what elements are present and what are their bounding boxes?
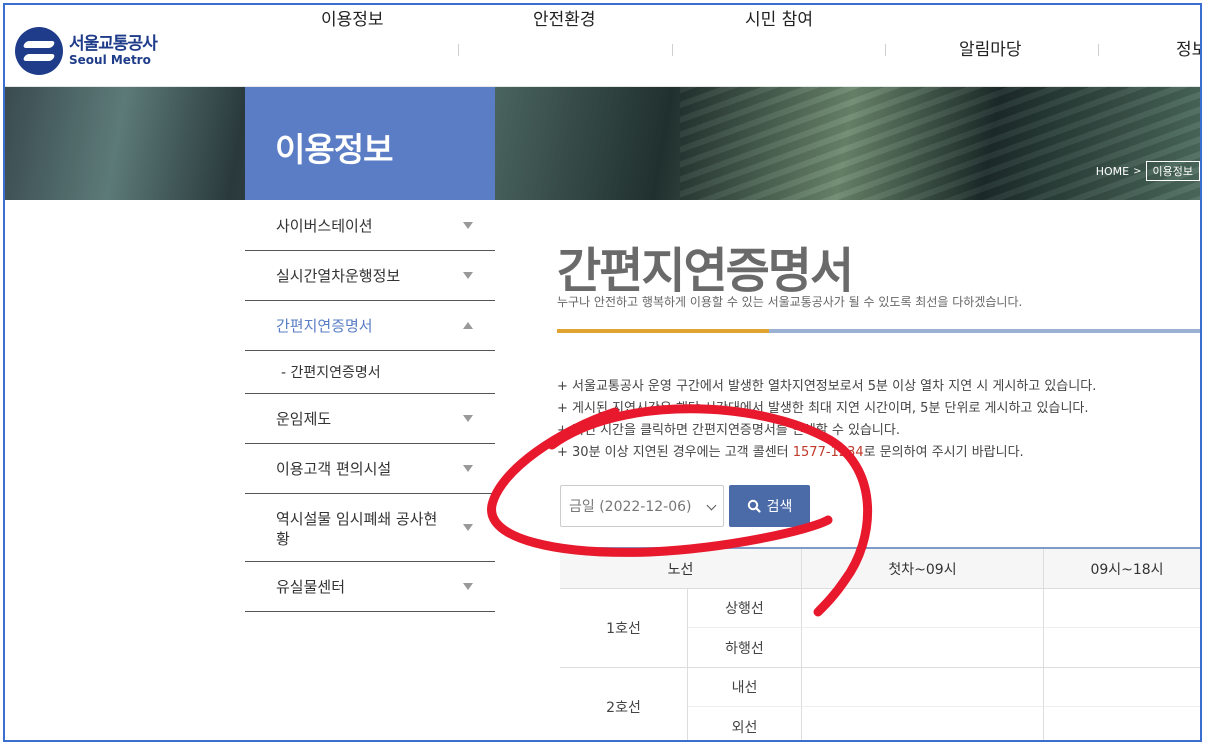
breadcrumb-separator-icon: > bbox=[1133, 165, 1142, 177]
table-row: 상행선 bbox=[688, 589, 1200, 628]
delay-cell[interactable] bbox=[802, 707, 1044, 740]
page-title: 간편지연증명서 bbox=[557, 243, 854, 299]
logo-korean-name: 서울교통공사 bbox=[69, 33, 158, 54]
sidebar-item-label: 사이버스테이션 bbox=[276, 217, 373, 235]
top-header: 서울교통공사 Seoul Metro 이용정보 안전환경 시민 참여 알림마당 … bbox=[5, 5, 1200, 87]
chevron-down-icon bbox=[706, 500, 717, 511]
table-row: 내선 bbox=[688, 668, 1200, 707]
date-select-value: 금일 (2022-12-06) bbox=[569, 499, 692, 515]
breadcrumb-current[interactable]: 이용정보 bbox=[1145, 161, 1200, 181]
sidebar-item-label: 유실물센터 bbox=[276, 578, 346, 596]
line-cell: 2호선 bbox=[560, 668, 688, 740]
page-subtitle: 누구나 안전하고 행복하게 이용할 수 있는 서울교통공사가 될 수 있도록 최… bbox=[557, 295, 1023, 309]
direction-cell: 내선 bbox=[688, 668, 802, 707]
delay-cell[interactable] bbox=[1044, 668, 1200, 707]
sidebar-item-label: 운임제도 bbox=[276, 410, 332, 428]
seoul-metro-logo[interactable]: 서울교통공사 Seoul Metro bbox=[15, 27, 158, 75]
gnb-divider bbox=[1098, 44, 1099, 56]
direction-cell: 상행선 bbox=[688, 589, 802, 628]
logo-english-name: Seoul Metro bbox=[69, 52, 151, 67]
sidebar-item-realtime-train-info[interactable]: 실시간열차운행정보 bbox=[245, 251, 495, 301]
table-header-09-to-18: 09시~18시 bbox=[1090, 561, 1164, 578]
sidebar-item-label: 실시간열차운행정보 bbox=[276, 267, 401, 285]
table-row: 하행선 bbox=[688, 628, 1200, 667]
line-cell: 1호선 bbox=[560, 589, 688, 667]
table-body: 1호선 상행선 하행선 2호선 내선 외선 bbox=[560, 589, 1200, 740]
chevron-down-icon bbox=[463, 272, 473, 279]
sidebar-item-lost-and-found[interactable]: 유실물센터 bbox=[245, 562, 495, 612]
table-row-group: 2호선 내선 외선 bbox=[560, 668, 1200, 740]
notice-item: + 서울교통공사 운영 구간에서 발생한 열차지연정보로서 5분 이상 열차 지… bbox=[557, 379, 1097, 394]
chevron-down-icon bbox=[463, 524, 473, 531]
gnb-item-usage-info[interactable]: 이용정보 bbox=[321, 5, 384, 30]
sidebar-subitem-delay-certificate[interactable]: - 간편지연증명서 bbox=[245, 351, 495, 394]
hero-title: 이용정보 bbox=[275, 130, 393, 169]
callcenter-phone: 1577-1234 bbox=[792, 445, 864, 460]
date-select[interactable]: 금일 (2022-12-06) bbox=[560, 485, 724, 527]
search-icon bbox=[747, 499, 761, 513]
gnb-item-safety-environment[interactable]: 안전환경 bbox=[533, 5, 596, 30]
breadcrumb: HOME > 이용정보 bbox=[1096, 161, 1200, 181]
chevron-down-icon bbox=[463, 583, 473, 590]
hero-background-image bbox=[680, 87, 1200, 200]
gnb-divider bbox=[885, 44, 886, 56]
gnb-divider bbox=[458, 44, 459, 56]
delay-cell[interactable] bbox=[802, 668, 1044, 707]
title-divider-accent bbox=[557, 329, 769, 333]
table-header-first-to-09: 첫차~09시 bbox=[802, 549, 1044, 588]
notice-text: + 30분 이상 지연된 경우에는 고객 콜센터 bbox=[557, 445, 793, 460]
hero-title-box: 이용정보 bbox=[245, 87, 495, 200]
table-row: 외선 bbox=[688, 707, 1200, 740]
notice-item: + 지연 시간을 클릭하면 간편지연증명서를 인쇄할 수 있습니다. bbox=[557, 423, 900, 438]
title-divider bbox=[557, 329, 1200, 333]
sidebar-item-delay-certificate[interactable]: 간편지연증명서 bbox=[245, 301, 495, 351]
gnb-item-notices[interactable]: 알림마당 bbox=[959, 35, 1022, 60]
delay-cell[interactable] bbox=[1044, 628, 1200, 667]
sidebar-item-label: - 간편지연증명서 bbox=[281, 365, 381, 381]
sidebar-menu: 사이버스테이션 실시간열차운행정보 간편지연증명서 - 간편지연증명서 운임제도… bbox=[245, 201, 495, 612]
delay-cell[interactable] bbox=[1044, 707, 1200, 740]
hero-banner bbox=[5, 87, 1200, 200]
chevron-down-icon bbox=[463, 415, 473, 422]
notice-item: + 30분 이상 지연된 경우에는 고객 콜센터 1577-1234로 문의하여… bbox=[557, 442, 1096, 464]
gnb-divider bbox=[672, 44, 673, 56]
delay-cell[interactable] bbox=[802, 589, 1044, 628]
delay-cell[interactable] bbox=[1044, 589, 1200, 628]
sidebar-item-temporary-closure[interactable]: 역시설물 임시폐쇄 공사현황 bbox=[245, 494, 495, 562]
sidebar-item-label: 이용고객 편의시설 bbox=[276, 460, 392, 478]
sidebar-item-label: 간편지연증명서 bbox=[276, 317, 373, 335]
sidebar-item-cyber-station[interactable]: 사이버스테이션 bbox=[245, 201, 495, 251]
sidebar-item-fare-system[interactable]: 운임제도 bbox=[245, 394, 495, 444]
table-header-line: 노선 bbox=[560, 549, 802, 588]
chevron-down-icon bbox=[463, 465, 473, 472]
notice-list: + 서울교통공사 운영 구간에서 발생한 열차지연정보로서 5분 이상 열차 지… bbox=[557, 376, 1096, 464]
notice-item: + 게시된 지연시간은 해당 시간대에서 발생한 최대 지연 시간이며, 5분 … bbox=[557, 401, 1089, 416]
browser-frame: 서울교통공사 Seoul Metro 이용정보 안전환경 시민 참여 알림마당 … bbox=[3, 3, 1202, 742]
chevron-up-icon bbox=[463, 322, 473, 329]
sidebar-item-customer-facilities[interactable]: 이용고객 편의시설 bbox=[245, 444, 495, 494]
gnb-item-info[interactable]: 정보 bbox=[1176, 35, 1200, 60]
delay-cell[interactable] bbox=[802, 628, 1044, 667]
direction-cell: 외선 bbox=[688, 707, 802, 740]
search-button[interactable]: 검색 bbox=[729, 485, 810, 527]
delay-table: 노선 첫차~09시 09시~18시 1호선 상행선 하행선 2호선 내선 외선 bbox=[560, 547, 1200, 740]
seoul-metro-logo-icon bbox=[15, 27, 63, 75]
breadcrumb-home-link[interactable]: HOME bbox=[1096, 165, 1129, 178]
search-button-label: 검색 bbox=[766, 499, 793, 515]
table-header: 노선 첫차~09시 09시~18시 bbox=[560, 549, 1200, 589]
chevron-down-icon bbox=[463, 222, 473, 229]
gnb-item-citizen-participation[interactable]: 시민 참여 bbox=[745, 5, 813, 30]
direction-cell: 하행선 bbox=[688, 628, 802, 667]
table-row-group: 1호선 상행선 하행선 bbox=[560, 589, 1200, 668]
sidebar-item-label: 역시설물 임시폐쇄 공사현황 bbox=[276, 510, 438, 548]
notice-text: 로 문의하여 주시기 바랍니다. bbox=[863, 445, 1024, 460]
